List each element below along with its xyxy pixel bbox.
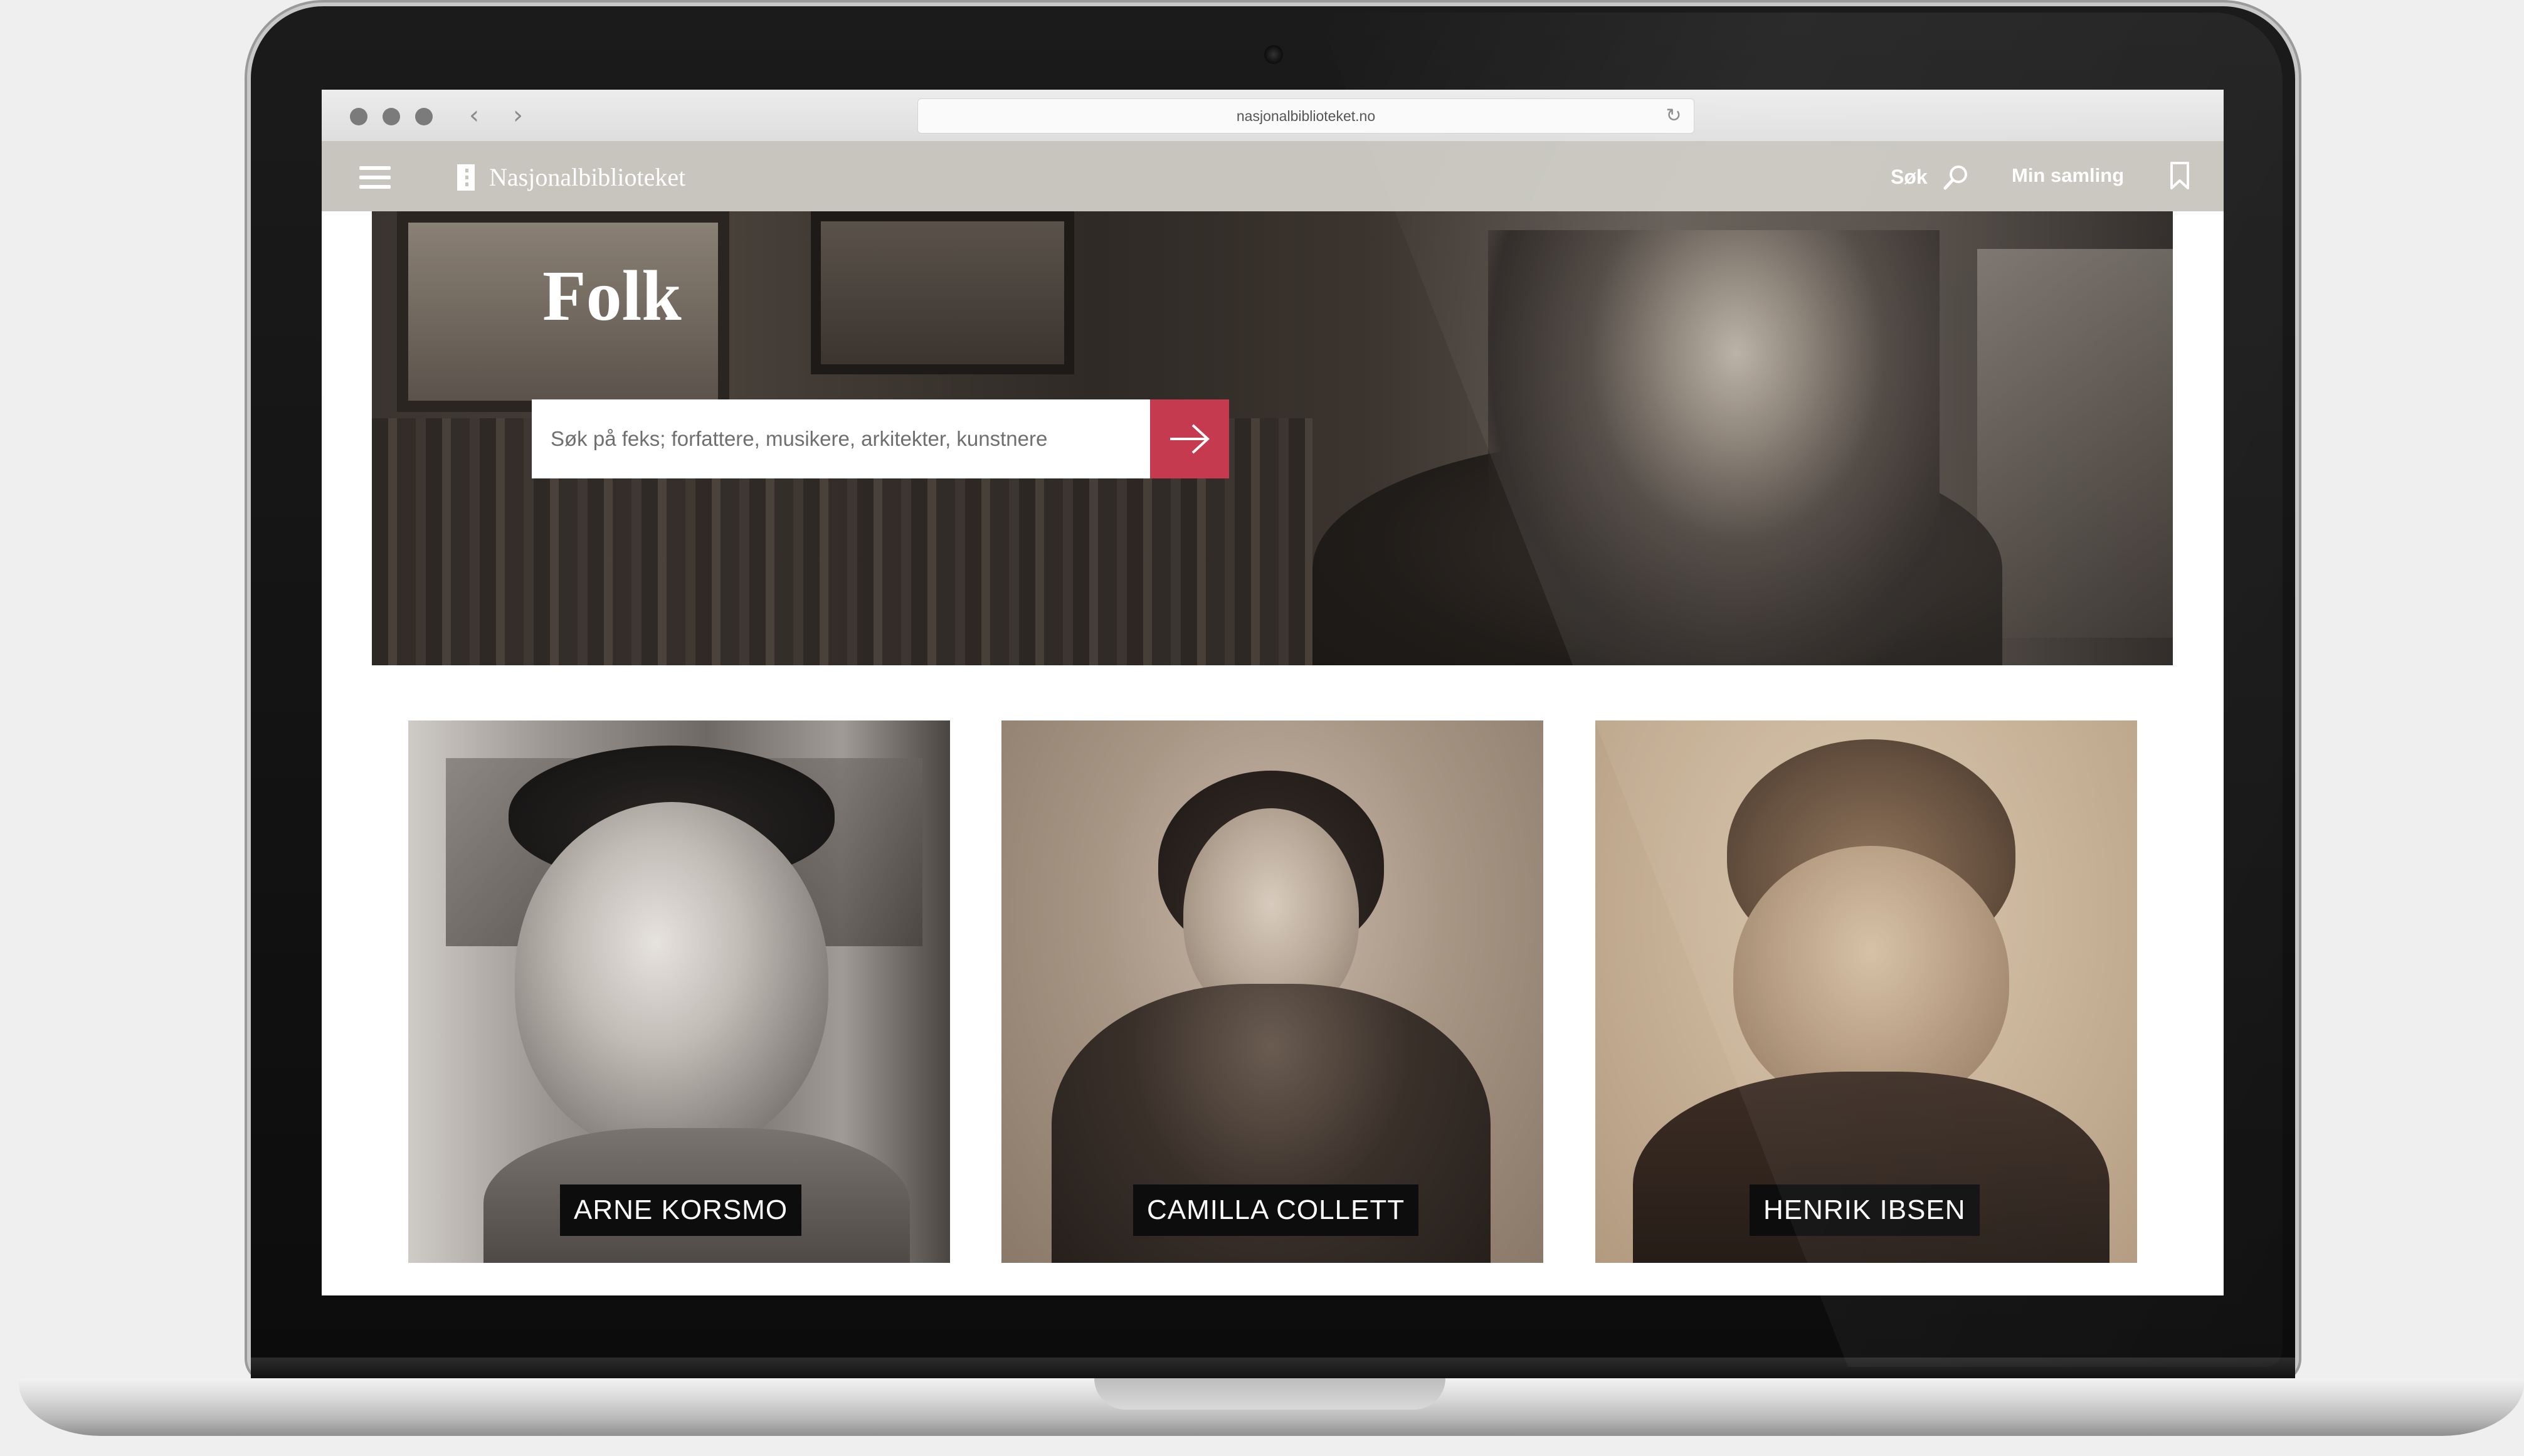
hero-photo-frame-right (811, 211, 1074, 374)
page-title: Folk (542, 256, 682, 335)
person-card-camilla-collett[interactable]: CAMILLA COLLETT (1001, 720, 1543, 1263)
site-header: Nasjonalbiblioteket Søk Min samling (322, 141, 2224, 211)
person-name-label: CAMILLA COLLETT (1133, 1184, 1419, 1236)
laptop-screen: ‹ › nasjonalbiblioteket.no ↻ Nasjonalbib… (322, 90, 2224, 1295)
search-icon (1943, 166, 1967, 190)
search-submit-button[interactable] (1150, 399, 1229, 478)
address-bar[interactable]: nasjonalbiblioteket.no ↻ (917, 98, 1694, 134)
my-collection-link[interactable]: Min samling (2012, 159, 2190, 193)
hero-banner: Folk (372, 211, 2173, 665)
people-search-input[interactable] (532, 399, 1150, 478)
bookmark-icon (2170, 162, 2189, 189)
person-card-henrik-ibsen[interactable]: HENRIK IBSEN (1595, 720, 2137, 1263)
back-arrow-icon[interactable]: ‹ (465, 102, 483, 129)
forward-arrow-icon[interactable]: › (509, 102, 527, 129)
people-search-box (532, 399, 1150, 478)
url-text: nasjonalbiblioteket.no (1236, 108, 1376, 124)
laptop-notch (1094, 1378, 1445, 1410)
hamburger-menu-icon[interactable] (359, 166, 391, 189)
person-name-label: ARNE KORSMO (560, 1184, 802, 1236)
person-card-arne-korsmo[interactable]: ARNE KORSMO (408, 720, 950, 1263)
arrow-right-icon (1170, 424, 1210, 454)
webcam (1264, 45, 1283, 64)
collection-label: Min samling (2012, 164, 2125, 186)
site-logo[interactable]: Nasjonalbiblioteket (489, 160, 685, 195)
window-zoom-button[interactable] (415, 108, 433, 125)
portrait-face (515, 802, 828, 1153)
search-label: Søk (1891, 166, 1928, 188)
person-name-label: HENRIK IBSEN (1750, 1184, 1980, 1236)
portrait-face (1733, 846, 2009, 1109)
header-search-link[interactable]: Søk (1891, 161, 1972, 193)
window-close-button[interactable] (350, 108, 367, 125)
reload-icon[interactable]: ↻ (1662, 105, 1685, 127)
hero-background-panel (1977, 249, 2173, 638)
browser-toolbar: ‹ › nasjonalbiblioteket.no ↻ (322, 90, 2224, 142)
window-minimize-button[interactable] (383, 108, 400, 125)
hero-woman-portrait (1488, 230, 1940, 665)
laptop-hinge (251, 1358, 2295, 1380)
library-logo-icon (457, 164, 475, 191)
